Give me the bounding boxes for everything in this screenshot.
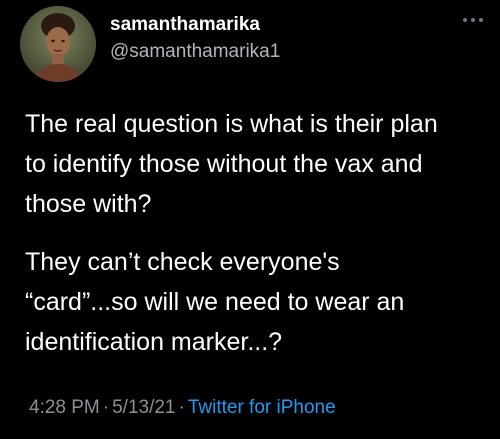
meta-separator: · (102, 397, 110, 418)
tweet-card: samanthamarika @samanthamarika1 The real… (0, 0, 500, 439)
tweet-text-line: identification marker...? (25, 328, 283, 356)
tweet-time[interactable]: 4:28 PM (29, 397, 100, 418)
tweet-text-line: The real question is what is their plan (25, 110, 438, 138)
tweet-text-line: They can’t check everyone's (25, 248, 340, 276)
meta-separator: · (178, 397, 185, 418)
author-display-name[interactable]: samanthamarika (110, 14, 260, 36)
avatar[interactable] (20, 6, 96, 82)
avatar-image (20, 6, 96, 82)
more-horizontal-icon[interactable] (461, 11, 485, 27)
tweet-text-line: to identify those without the vax and (25, 150, 423, 178)
tweet-text-paragraph-1: The real question is what is their plan … (25, 104, 495, 224)
tweet-text-line: “card”...so will we need to wear an (25, 288, 405, 316)
tweet-meta: 4:28 PM · 5/13/21 · Twitter for iPhone (29, 397, 336, 419)
author-handle[interactable]: @samanthamarika1 (110, 41, 280, 63)
tweet-text-paragraph-2: They can’t check everyone's “card”...so … (25, 242, 495, 362)
tweet-source-link[interactable]: Twitter for iPhone (188, 397, 336, 418)
tweet-date[interactable]: 5/13/21 (112, 397, 175, 418)
tweet-text-line: those with? (25, 190, 152, 218)
